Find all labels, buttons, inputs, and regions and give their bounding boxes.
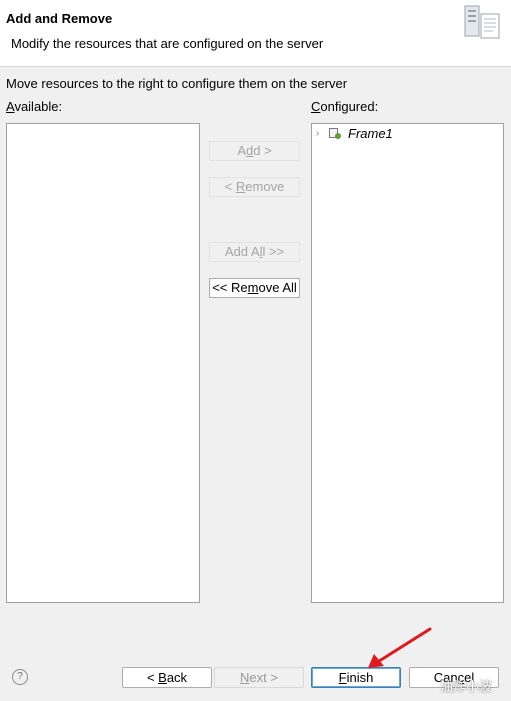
available-list[interactable] <box>6 123 200 603</box>
back-button[interactable]: < Back <box>122 667 212 688</box>
project-icon <box>329 128 341 139</box>
tree-item-label: Frame1 <box>348 125 393 141</box>
next-button[interactable]: Next > <box>214 667 304 688</box>
expand-arrow-icon[interactable]: › <box>316 128 326 139</box>
watermark-text: 油炸小波 <box>440 679 493 694</box>
add-button[interactable]: Add > <box>209 141 300 161</box>
instruction-text: Move resources to the right to configure… <box>6 76 348 91</box>
configured-list[interactable] <box>311 123 504 603</box>
page-title: Add and Remove <box>6 11 113 26</box>
annotation-arrow-icon <box>368 627 432 668</box>
available-label: Available: <box>6 99 63 114</box>
server-config-icon <box>464 5 500 39</box>
add-all-button[interactable]: Add All >> <box>209 242 300 262</box>
configured-label: Configured: <box>311 99 379 114</box>
remove-button[interactable]: < Remove <box>209 177 300 197</box>
wizard-header: Add and Remove Modify the resources that… <box>0 0 511 67</box>
help-icon[interactable]: ? <box>12 669 28 685</box>
tree-item-frame1[interactable]: › Frame1 <box>316 124 393 142</box>
page-description: Modify the resources that are configured… <box>11 36 324 51</box>
remove-all-button[interactable]: << Remove All <box>209 278 300 298</box>
